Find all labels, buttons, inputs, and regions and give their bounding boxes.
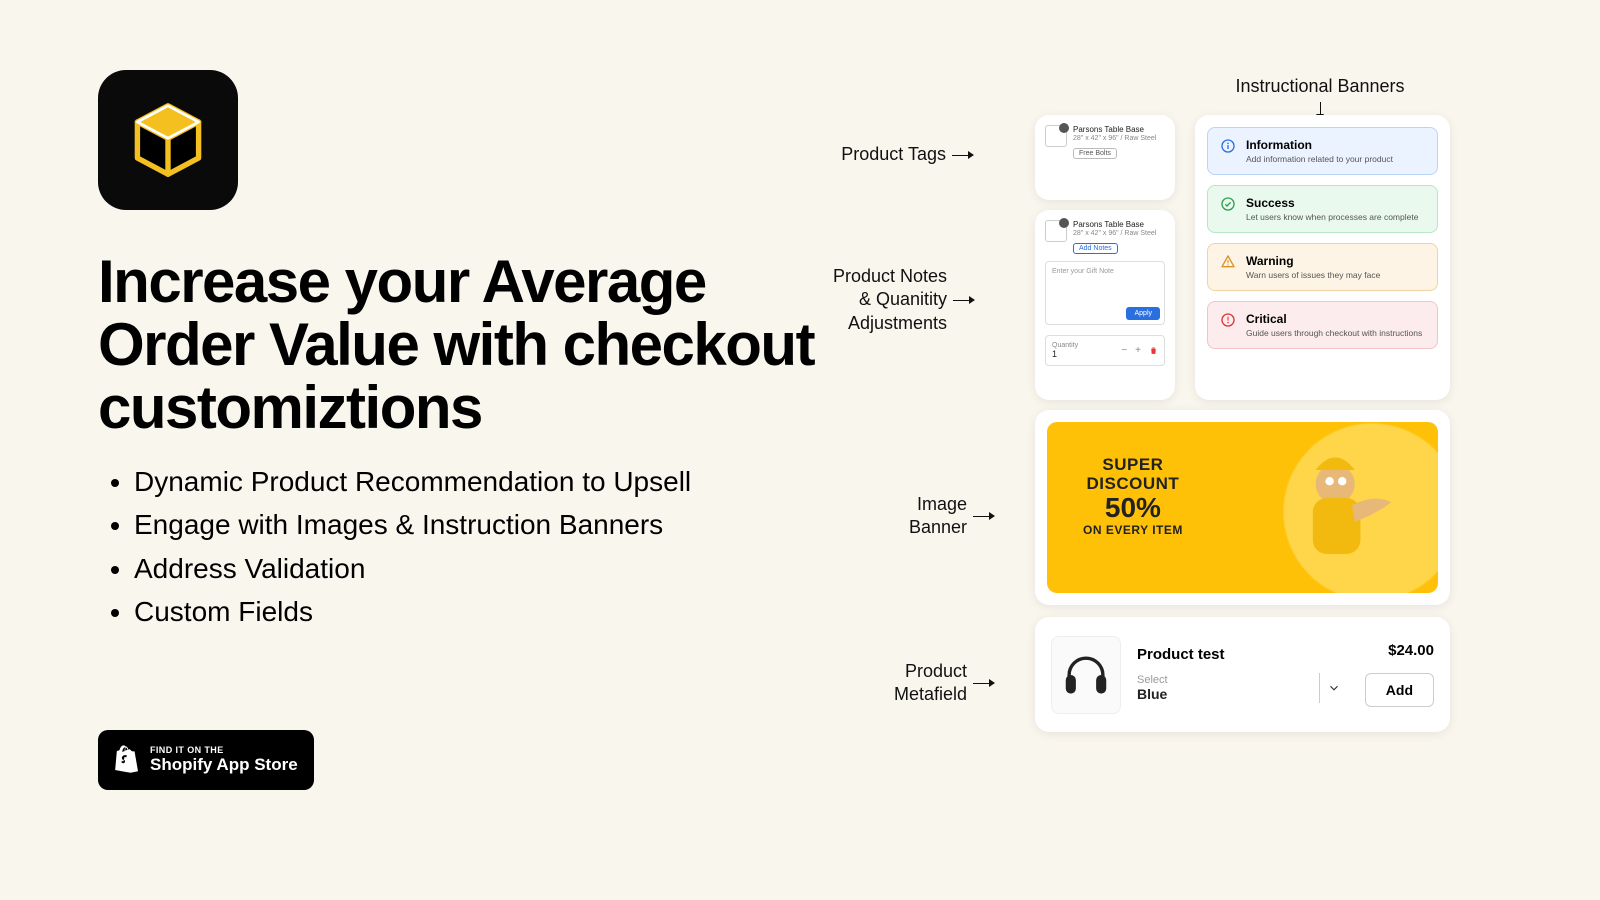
variant-select[interactable]: Select Blue xyxy=(1137,674,1168,702)
label-instructional-banners: Instructional Banners xyxy=(1200,75,1440,98)
appstore-line2: Shopify App Store xyxy=(150,756,298,774)
mini-product-variant: 28" x 42" x 96" / Raw Steel xyxy=(1073,135,1156,142)
label-image-banner: Image Banner xyxy=(905,493,967,540)
add-button[interactable]: Add xyxy=(1365,673,1434,707)
mini-thumb-icon xyxy=(1045,125,1067,147)
qty-minus[interactable]: − xyxy=(1121,345,1127,356)
info-icon xyxy=(1220,138,1236,154)
feature-item: Custom Fields xyxy=(134,590,818,633)
label-product-notes: Product Notes & Quanitity Adjustments xyxy=(827,265,947,335)
label-product-metafield: Product Metafield xyxy=(889,660,967,707)
banner-warning: WarningWarn users of issues they may fac… xyxy=(1207,243,1438,291)
mini-tag: Free Bolts xyxy=(1073,148,1117,159)
mini-product-name: Parsons Table Base xyxy=(1073,220,1156,230)
chevron-down-icon[interactable] xyxy=(1319,673,1349,703)
add-notes-link[interactable]: Add Notes xyxy=(1073,243,1118,254)
cube-logo-icon xyxy=(123,95,213,185)
success-icon xyxy=(1220,196,1236,212)
example-product-metafield: Product test Select Blue $24.00 Add xyxy=(1035,617,1450,732)
shopify-bag-icon xyxy=(112,744,140,776)
meta-price: $24.00 xyxy=(1365,642,1434,659)
mini-product-name: Parsons Table Base xyxy=(1073,125,1156,135)
feature-item: Engage with Images & Instruction Banners xyxy=(134,503,818,546)
quantity-row: Quantity 1 − + xyxy=(1045,335,1165,366)
feature-item: Dynamic Product Recommendation to Upsell xyxy=(134,460,818,503)
mini-product-variant: 28" x 42" x 96" / Raw Steel xyxy=(1073,230,1156,237)
gift-note-input[interactable]: Enter your Gift Note Apply xyxy=(1045,261,1165,325)
example-image-banner: SUPER DISCOUNT 50% ON EVERY ITEM xyxy=(1035,410,1450,605)
product-thumb xyxy=(1051,636,1121,714)
example-product-tags: Parsons Table Base 28" x 42" x 96" / Raw… xyxy=(1035,115,1175,200)
qty-plus[interactable]: + xyxy=(1135,345,1141,356)
meta-product-name: Product test xyxy=(1137,646,1349,663)
label-product-tags: Product Tags xyxy=(838,143,946,166)
banner-success: SuccessLet users know when processes are… xyxy=(1207,185,1438,233)
banner-info: InformationAdd information related to yo… xyxy=(1207,127,1438,175)
headphones-icon xyxy=(1059,648,1113,702)
warning-icon xyxy=(1220,254,1236,270)
critical-icon xyxy=(1220,312,1236,328)
mini-thumb-icon xyxy=(1045,220,1067,242)
person-pointing-icon xyxy=(1268,442,1408,582)
apply-button[interactable]: Apply xyxy=(1126,307,1160,320)
trash-icon[interactable] xyxy=(1149,346,1158,355)
feature-list: Dynamic Product Recommendation to Upsell… xyxy=(98,460,818,634)
shopify-appstore-badge[interactable]: FIND IT ON THE Shopify App Store xyxy=(98,730,314,790)
example-product-notes: Parsons Table Base 28" x 42" x 96" / Raw… xyxy=(1035,210,1175,400)
feature-item: Address Validation xyxy=(134,547,818,590)
banner-critical: CriticalGuide users through checkout wit… xyxy=(1207,301,1438,349)
app-logo xyxy=(98,70,238,210)
example-banners: InformationAdd information related to yo… xyxy=(1195,115,1450,400)
page-headline: Increase your Average Order Value with c… xyxy=(98,250,858,439)
